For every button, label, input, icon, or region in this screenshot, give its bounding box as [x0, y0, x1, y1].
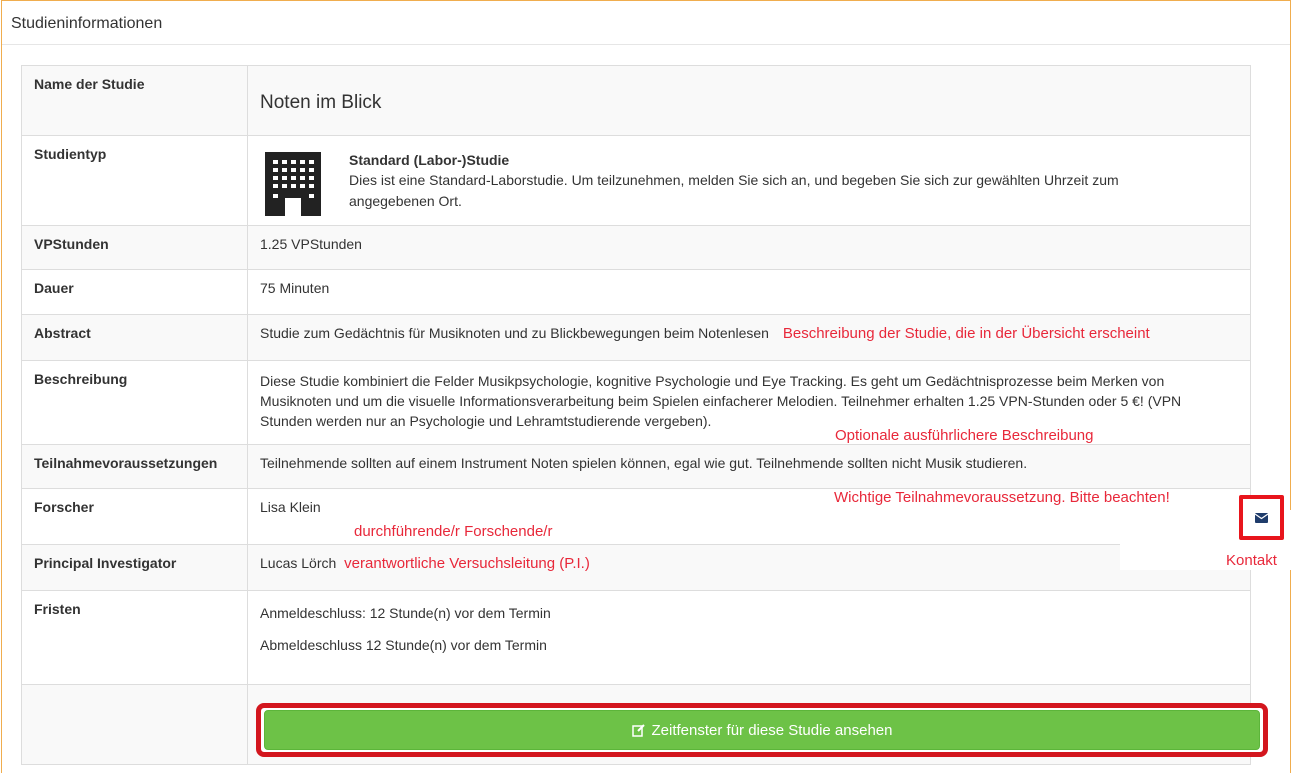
row-study-name: Name der Studie Noten im Blick — [21, 65, 1251, 136]
label-requirements: Teilnahmevoraussetzungen — [21, 444, 248, 489]
row-vp-hours: VPStunden 1.25 VPStunden — [21, 225, 1251, 270]
row-duration: Dauer 75 Minuten — [21, 269, 1251, 315]
view-timeslots-label: Zeitfenster für diese Studie ansehen — [651, 721, 893, 739]
row-abstract: Abstract Studie zum Gedächtnis für Musik… — [21, 314, 1251, 361]
study-type-title: Standard (Labor-)Studie — [349, 152, 510, 168]
building-icon — [263, 150, 323, 220]
contact-highlight — [1239, 495, 1284, 540]
pi-value: Lucas Lörch — [260, 555, 337, 571]
label-deadlines: Fristen — [21, 590, 248, 685]
abstract-value: Studie zum Gedächtnis für Musiknoten und… — [260, 325, 769, 341]
edit-icon — [631, 724, 645, 737]
action-highlight: Zeitfenster für diese Studie ansehen — [256, 703, 1268, 757]
annotation-requirements: Wichtige Teilnahmevoraussetzung. Bitte b… — [834, 489, 1170, 506]
label-description: Beschreibung — [21, 360, 248, 445]
row-deadlines: Fristen Anmeldeschluss: 12 Stunde(n) vor… — [21, 590, 1251, 685]
study-info-panel: Studieninformationen Name der Studie Not… — [1, 0, 1291, 773]
label-pi: Principal Investigator — [21, 544, 248, 591]
signoff-deadline: Abmeldeschluss 12 Stunde(n) vor dem Term… — [260, 637, 547, 653]
description-value: Diese Studie kombiniert die Felder Musik… — [260, 373, 1182, 429]
annotation-researcher: durchführende/r Forschende/r — [354, 523, 553, 540]
study-name-value: Noten im Blick — [260, 92, 382, 113]
label-abstract: Abstract — [21, 314, 248, 361]
label-vp-hours: VPStunden — [21, 225, 248, 270]
requirements-value: Teilnehmende sollten auf einem Instrumen… — [247, 444, 1251, 489]
envelope-icon — [1255, 512, 1268, 523]
contact-button[interactable] — [1249, 505, 1274, 530]
label-researcher: Forscher — [21, 488, 248, 545]
vp-hours-value: 1.25 VPStunden — [247, 225, 1251, 270]
researcher-value: Lisa Klein — [260, 499, 321, 515]
duration-value: 75 Minuten — [247, 269, 1251, 315]
row-requirements: Teilnahmevoraussetzungen Teilnehmende so… — [21, 444, 1251, 489]
study-type-description: Dies ist eine Standard-Laborstudie. Um t… — [349, 172, 1119, 209]
annotation-abstract: Beschreibung der Studie, die in der Über… — [782, 325, 1150, 342]
view-timeslots-button[interactable]: Zeitfenster für diese Studie ansehen — [264, 710, 1260, 750]
label-duration: Dauer — [21, 269, 248, 315]
annotation-pi: verantwortliche Versuchsleitung (P.I.) — [344, 555, 590, 572]
row-pi: Principal Investigator Lucas Lörch veran… — [21, 544, 1251, 591]
signup-deadline: Anmeldeschluss: 12 Stunde(n) vor dem Ter… — [260, 605, 551, 621]
annotation-contact: Kontakt — [1226, 552, 1277, 569]
label-study-name: Name der Studie — [21, 65, 248, 136]
label-study-type: Studientyp — [21, 135, 248, 226]
annotation-description: Optionale ausführlichere Beschreibung — [835, 427, 1094, 444]
panel-title: Studieninformationen — [2, 1, 1290, 45]
study-info-table: Name der Studie Noten im Blick Studienty… — [21, 65, 1251, 765]
row-study-type: Studientyp Standard (Labor-)Studie Dies … — [21, 135, 1251, 226]
